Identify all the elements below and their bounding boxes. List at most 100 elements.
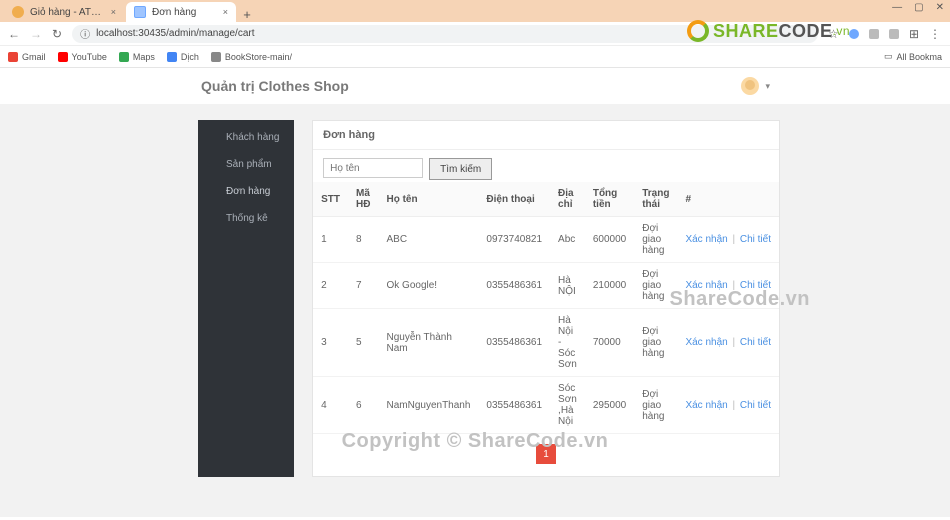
sidebar-item-don-hang[interactable]: Đơn hàng (198, 178, 294, 205)
cell-ten: NamNguyenThanh (378, 377, 478, 434)
maps-icon (119, 52, 129, 62)
cell-dt: 0355486361 (478, 309, 550, 377)
close-icon[interactable]: × (223, 7, 228, 17)
table-row: 35Nguyễn Thành Nam0355486361Hà Nội - Sóc… (313, 309, 779, 377)
page-header: Quản trị Clothes Shop ▾ (0, 68, 950, 104)
bookmarks-bar: Gmail YouTube Maps Dịch BookStore-main/ … (0, 46, 950, 68)
all-bookmarks-label: All Bookma (896, 52, 942, 62)
folder-icon (211, 52, 221, 62)
back-button[interactable]: ← (8, 27, 20, 41)
confirm-link[interactable]: Xác nhận (685, 400, 727, 411)
favicon-icon (134, 6, 146, 18)
menu-icon[interactable]: ⋮ (929, 27, 942, 41)
close-window-button[interactable]: ✕ (936, 2, 944, 13)
cell-tt: 70000 (585, 309, 634, 377)
chevron-down-icon: ▾ (765, 81, 770, 92)
col-stt: STT (313, 182, 348, 217)
cell-dc: Hà NỘI (550, 263, 585, 309)
tab-gio-hang[interactable]: Giỏ hàng - ATZ Shop × (4, 2, 124, 22)
watermark-bottom: Copyright © ShareCode.vn (0, 430, 950, 453)
cell-tr: Đợi giao hàng (634, 217, 677, 263)
bookmark-label: Maps (133, 52, 155, 62)
chart-icon (208, 214, 218, 224)
all-bookmarks[interactable]: ▭ All Bookma (884, 51, 942, 62)
cell-ten: Nguyễn Thành Nam (378, 309, 478, 377)
url-text: localhost:30435/admin/manage/cart (96, 28, 254, 39)
separator: | (728, 234, 740, 245)
search-input[interactable] (323, 158, 423, 178)
minimize-button[interactable]: — (892, 2, 902, 13)
confirm-link[interactable]: Xác nhận (685, 234, 727, 245)
extension-icon[interactable] (869, 29, 879, 39)
cell-actions: Xác nhận | Chi tiết (677, 309, 779, 377)
avatar-icon (741, 77, 759, 95)
col-trang-thai: Trạng thái (634, 182, 677, 217)
sidebar-item-label: Sản phẩm (226, 159, 272, 170)
maximize-button[interactable]: ▢ (914, 2, 923, 13)
bullhorn-icon (208, 160, 218, 170)
table-header-row: STT Mã HĐ Họ tên Điện thoại Địa chỉ Tổng… (313, 182, 779, 217)
cell-tr: Đợi giao hàng (634, 377, 677, 434)
logo-text-b: CODE (778, 21, 832, 42)
user-menu[interactable]: ▾ (741, 77, 950, 95)
search-row: Tìm kiếm (313, 150, 779, 182)
cell-ten: Ok Google! (378, 263, 478, 309)
user-icon (208, 133, 218, 143)
col-ma-hd: Mã HĐ (348, 182, 378, 217)
col-action: # (677, 182, 779, 217)
cell-tt: 210000 (585, 263, 634, 309)
extension-icon[interactable] (849, 29, 859, 39)
page-title: Quản trị Clothes Shop (201, 78, 349, 94)
cell-stt: 2 (313, 263, 348, 309)
cell-dc: Sóc Sơn ,Hà Nội (550, 377, 585, 434)
sidebar: Khách hàng Sản phẩm Đơn hàng Thống kê (198, 120, 294, 477)
translate-icon (167, 52, 177, 62)
extensions-icon[interactable]: ⊞ (909, 27, 919, 41)
sidebar-item-thong-ke[interactable]: Thống kê (198, 205, 294, 232)
sidebar-item-label: Đơn hàng (226, 186, 270, 197)
detail-link[interactable]: Chi tiết (740, 400, 771, 411)
sharecode-logo: SHARECODE.vn (687, 20, 850, 42)
separator: | (728, 337, 740, 348)
detail-link[interactable]: Chi tiết (740, 234, 771, 245)
separator: | (728, 400, 740, 411)
table-row: 18ABC0973740821Abc600000Đợi giao hàngXác… (313, 217, 779, 263)
cell-dt: 0973740821 (478, 217, 550, 263)
tab-don-hang[interactable]: Đơn hàng × (126, 2, 236, 22)
confirm-link[interactable]: Xác nhận (685, 337, 727, 348)
cell-actions: Xác nhận | Chi tiết (677, 377, 779, 434)
col-dien-thoai: Điện thoại (478, 182, 550, 217)
bookmark-bookstore[interactable]: BookStore-main/ (211, 52, 292, 62)
logo-tail: .vn (832, 24, 850, 38)
sidebar-item-san-pham[interactable]: Sản phẩm (198, 151, 294, 178)
bookmark-maps[interactable]: Maps (119, 52, 155, 62)
cell-actions: Xác nhận | Chi tiết (677, 217, 779, 263)
reload-button[interactable]: ↻ (52, 27, 62, 41)
cell-tr: Đợi giao hàng (634, 309, 677, 377)
forward-button[interactable]: → (30, 27, 42, 41)
cell-ten: ABC (378, 217, 478, 263)
bookmark-dich[interactable]: Dịch (167, 52, 199, 62)
gmail-icon (8, 52, 18, 62)
extension-icon[interactable] (889, 29, 899, 39)
bookmark-label: Dịch (181, 52, 199, 62)
bookmark-gmail[interactable]: Gmail (8, 52, 46, 62)
sidebar-item-label: Thống kê (226, 213, 268, 224)
cart-icon (208, 187, 218, 197)
sidebar-item-label: Khách hàng (226, 132, 279, 143)
new-tab-button[interactable]: + (238, 7, 256, 22)
nav-buttons: ← → ↻ (8, 27, 62, 41)
watermark-mid: ShareCode.vn (670, 288, 810, 311)
bookmark-youtube[interactable]: YouTube (58, 52, 107, 62)
panel-title: Đơn hàng (313, 121, 779, 150)
cell-ma: 6 (348, 377, 378, 434)
cell-stt: 3 (313, 309, 348, 377)
search-button[interactable]: Tìm kiếm (429, 158, 492, 180)
bookmark-label: Gmail (22, 52, 46, 62)
bookmark-label: YouTube (72, 52, 107, 62)
sidebar-item-khach-hang[interactable]: Khách hàng (198, 124, 294, 151)
info-icon[interactable]: ⓘ (80, 26, 90, 41)
close-icon[interactable]: × (111, 7, 116, 17)
detail-link[interactable]: Chi tiết (740, 337, 771, 348)
cell-dc: Abc (550, 217, 585, 263)
